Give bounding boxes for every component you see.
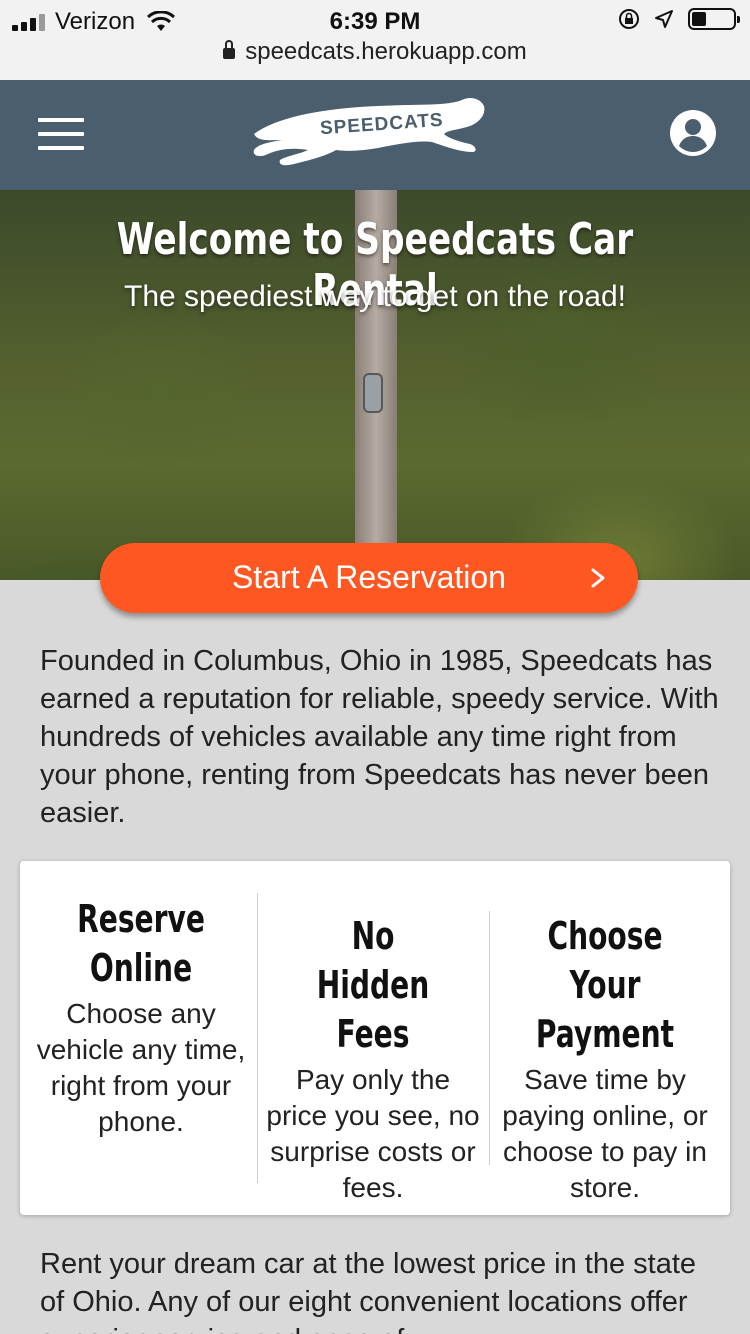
status-bar: Verizon 6:39 PM speedcats.herokuapp.com [0, 0, 750, 80]
battery-level [692, 12, 706, 26]
top-navbar: SPEEDCATS [0, 80, 750, 190]
hamburger-menu-icon[interactable] [38, 118, 84, 150]
status-right [618, 8, 740, 30]
feature-title: Choose Your Payment [535, 914, 675, 1056]
battery-icon [688, 8, 740, 30]
feature-title: Reserve Online [77, 897, 205, 990]
feature-divider [257, 893, 258, 1183]
feature-description: Save time by paying online, or choose to… [502, 1064, 708, 1203]
feature-divider [489, 911, 490, 1165]
feature-no-hidden-fees: No Hidden Fees Pay only the price you se… [262, 912, 484, 1206]
rent-paragraph: Rent your dream car at the lowest price … [40, 1248, 697, 1334]
feature-description: Pay only the price you see, no surprise … [266, 1064, 480, 1203]
address-bar[interactable]: speedcats.herokuapp.com [0, 38, 750, 66]
feature-reserve-online: Reserve Online Choose any vehicle any ti… [26, 895, 256, 1140]
hero-section: Welcome to Speedcats Car Rental The spee… [0, 190, 750, 580]
speedcats-logo[interactable]: SPEEDCATS [248, 94, 488, 178]
orientation-lock-icon [619, 9, 639, 29]
location-arrow-icon [655, 10, 673, 28]
start-reservation-button[interactable]: Start A Reservation [100, 543, 638, 613]
feature-choose-payment: Choose Your Payment Save time by paying … [494, 912, 716, 1206]
feature-description: Choose any vehicle any time, right from … [36, 998, 246, 1137]
chevron-right-icon [591, 568, 605, 588]
url-text: speedcats.herokuapp.com [245, 38, 527, 65]
intro-paragraph: Founded in Columbus, Ohio in 1985, Speed… [40, 645, 719, 829]
feature-title: No Hidden Fees [316, 914, 430, 1056]
hero-car-image [363, 373, 383, 413]
account-circle-icon[interactable] [670, 110, 716, 156]
lock-icon [223, 40, 236, 59]
hero-subtitle: The speediest way to get on the road! [124, 280, 626, 313]
start-reservation-label: Start A Reservation [232, 559, 506, 595]
